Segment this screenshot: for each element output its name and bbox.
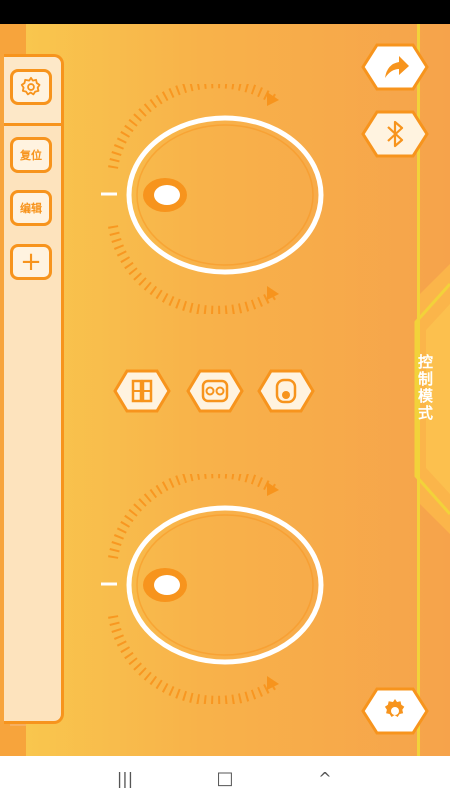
settings-button[interactable]	[10, 69, 52, 105]
control-mode-label[interactable]: 控制模式	[412, 354, 436, 422]
reset-button[interactable]: 复位	[10, 137, 52, 173]
edit-label: 编辑	[20, 202, 42, 215]
reset-label: 复位	[20, 149, 42, 162]
settings-bottom-button[interactable]	[361, 686, 429, 736]
home-button[interactable]: □	[205, 764, 245, 792]
status-bar	[0, 0, 450, 24]
add-label: +	[20, 247, 42, 277]
joystick-bottom[interactable]	[95, 474, 335, 704]
home-icon: □	[216, 767, 234, 789]
add-button[interactable]: +	[10, 244, 52, 280]
joystick-top[interactable]	[95, 84, 335, 314]
bluetooth-button[interactable]	[361, 109, 429, 159]
edit-button[interactable]: 编辑	[10, 190, 52, 226]
back-button[interactable]: ^	[305, 764, 345, 792]
car-mode-button[interactable]	[186, 369, 244, 413]
app-canvas: 复位 编辑 + 控制模式	[0, 24, 450, 756]
arrow-top-right	[267, 92, 279, 106]
action-button[interactable]	[361, 42, 429, 92]
recents-icon: |||	[116, 768, 134, 788]
tank-mode-button[interactable]	[113, 369, 171, 413]
system-nav-bar: ||| □ ^	[0, 756, 450, 800]
arrow-top-right	[267, 482, 279, 496]
recents-button[interactable]: |||	[105, 764, 145, 792]
back-icon: ^	[318, 768, 332, 788]
joystick-mode-button[interactable]	[257, 369, 315, 413]
gear-icon	[20, 76, 41, 96]
